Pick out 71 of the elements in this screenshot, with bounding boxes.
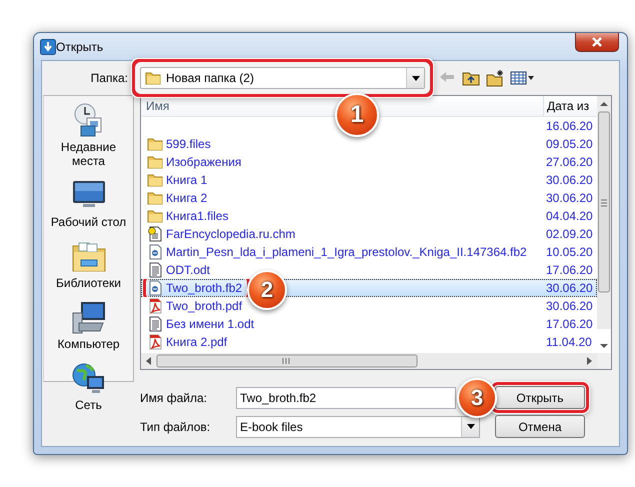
file-name: Two_broth.pdf [166,299,242,313]
close-button[interactable] [575,33,619,52]
place-item[interactable]: Компьютер [46,299,130,351]
computer-icon [70,299,106,335]
file-row[interactable]: 599.files 09.05.20 [141,135,597,153]
file-date: 17.06.20 [545,317,594,331]
pdf-document-icon [147,334,163,350]
file-date: 09.05.20 [545,137,594,151]
file-type-value: E-book files [240,420,304,434]
folder-icon [147,172,163,188]
file-row[interactable]: Без имени 1.odt 17.06.20 [141,315,597,333]
folder-icon [147,208,163,224]
file-date: 17.06.20 [545,263,594,277]
folder-label: Папка: [90,71,128,85]
file-name: Книга 1 [166,173,208,187]
file-date: 10.05.20 [545,245,594,259]
file-date: 30.06.20 [545,281,594,295]
file-name: ODT.odt [166,263,210,277]
dialog-button[interactable]: Отмена [495,415,585,438]
file-name: Two_broth.fb2 [166,281,242,295]
place-item[interactable]: Рабочий стол [46,177,130,229]
file-type-dropdown[interactable]: E-book files [236,416,480,438]
folder-icon [147,136,163,152]
document-icon [147,244,163,260]
window-title: Открыть [56,40,104,54]
place-item[interactable]: Библиотеки [46,238,130,290]
file-name: FarEncyclopedia.ru.chm [166,227,296,241]
file-row[interactable]: Книга 1 30.06.20 [141,171,597,189]
file-name-field[interactable]: Two_broth.fb2 [236,386,456,408]
field-label: Тип файлов: [140,420,212,434]
file-name: Книга1.files [166,209,228,223]
file-row[interactable]: FarEncyclopedia.ru.chm 02.09.20 [141,225,597,243]
file-date: 04.04.20 [545,209,594,223]
app-icon [40,38,56,54]
file-name: Книга 2.pdf [166,335,228,349]
file-date: 27.06.20 [545,155,594,169]
file-date: 02.09.20 [545,227,594,241]
place-item[interactable]: Недавние места [46,102,130,168]
text-document-icon [147,316,163,332]
folder-icon [147,154,163,170]
help-document-icon [147,226,163,242]
place-item[interactable]: Сеть [46,360,130,412]
file-row[interactable]: Изображения 27.06.20 [141,153,597,171]
file-name: Martin_Pesn_lda_i_plameni_1_Igra_prestolov._Kniga_II.147364.fb2 [166,245,527,259]
pdf-document-icon [147,298,163,314]
file-row[interactable]: Книга 2.pdf 11.04.20 [141,333,597,351]
folder-icon [147,190,163,206]
caret-icon [466,424,474,429]
scrollbar-corner [597,353,611,369]
file-row[interactable]: Книга1.files 04.04.20 [141,207,597,225]
file-date: 16.06.20 [545,119,594,133]
column-header[interactable]: Имя [141,96,174,116]
folder-icon [145,70,161,86]
dropdown-button[interactable] [461,416,479,436]
file-name: Без имени 1.odt [166,317,254,331]
file-name: 599.files [166,137,211,151]
close-icon [591,37,603,47]
text-document-icon [147,262,163,278]
file-date: 30.06.20 [545,191,594,205]
document-icon [147,280,163,296]
file-date: 30.06.20 [545,173,594,187]
file-date: 11.04.20 [545,335,593,349]
caret-icon [412,76,420,80]
file-name: Книга 2 [166,191,208,205]
file-date: 30.06.20 [545,299,594,313]
field-label: Имя файла: [140,390,208,404]
file-name: Изображения [166,155,242,169]
file-row[interactable]: Martin_Pesn_lda_i_plameni_1_Igra_prestolov._Kniga_II.147364.fb2 10.05.20 [141,243,597,261]
dropdown-button[interactable] [406,68,424,88]
file-row[interactable]: Книга 2 30.06.20 [141,189,597,207]
folder-name: Новая папка (2) [166,71,255,85]
